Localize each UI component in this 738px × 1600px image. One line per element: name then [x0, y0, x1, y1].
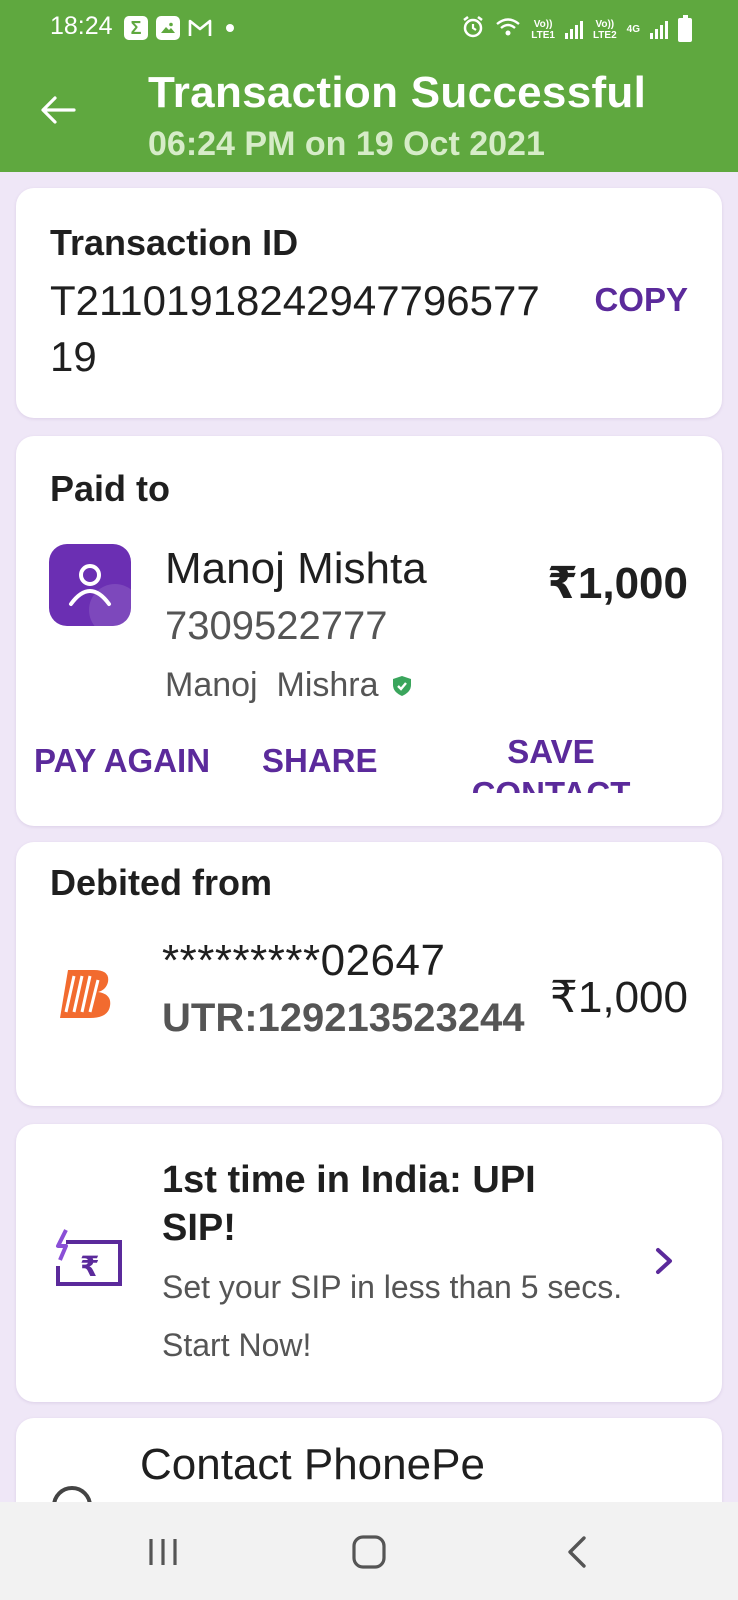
bank-of-baroda-logo-icon	[60, 970, 111, 1018]
paid-amount: ₹1,000	[547, 559, 688, 608]
back-arrow-icon	[41, 96, 76, 124]
system-status-icons: Vo)) LTE1 Vo)) LTE2 4G	[461, 14, 692, 44]
home-button[interactable]	[345, 1530, 393, 1574]
wifi-icon	[495, 17, 521, 42]
payee-phone: 7309522777	[165, 604, 388, 648]
paid-to-label: Paid to	[50, 468, 171, 509]
status-bar: 18:24 Σ Vo)) LTE1 Vo)) LTE2 4G	[0, 0, 738, 56]
battery-icon	[678, 14, 692, 42]
chevron-right-icon	[656, 1248, 672, 1274]
gmail-icon	[188, 16, 212, 40]
network-type-label: 4G	[626, 24, 640, 35]
recent-apps-button[interactable]	[139, 1530, 187, 1574]
app-bar: Transaction Successful 06:24 PM on 19 Oc…	[0, 56, 738, 172]
account-number: *********02647	[162, 936, 446, 985]
notification-icons: Σ	[124, 16, 234, 40]
save-contact-button[interactable]: SAVE CONTACT	[466, 731, 636, 793]
sim1-label: Vo)) LTE1	[531, 18, 555, 41]
paid-to-card: Paid to Manoj Mishta 7309522777 Manoj Mi…	[16, 436, 722, 826]
debited-amount: ₹1,000	[549, 973, 688, 1022]
system-navigation-bar	[0, 1502, 738, 1600]
home-icon	[352, 1535, 386, 1569]
debited-from-card: Debited from *********02647 UTR:12921352…	[16, 842, 722, 1106]
recent-apps-icon	[149, 1539, 177, 1565]
pay-again-button[interactable]: PAY AGAIN	[34, 742, 210, 780]
copy-button[interactable]: COPY	[594, 281, 688, 319]
sim1-signal-icon	[564, 20, 583, 39]
sigma-icon: Σ	[124, 16, 148, 40]
sim2-label: Vo)) LTE2	[592, 18, 617, 41]
sim2-signal-icon	[650, 20, 668, 39]
chevron-left-icon	[568, 1536, 586, 1568]
share-button[interactable]: SHARE	[262, 742, 378, 780]
transaction-id-value: T2110191824294779657719	[50, 277, 540, 380]
person-icon	[69, 564, 111, 606]
transaction-id-label: Transaction ID	[50, 222, 299, 263]
back-button[interactable]	[34, 86, 82, 134]
rupee-card-icon: ₹	[56, 1229, 122, 1286]
page-title: Transaction Successful	[148, 68, 647, 117]
payee-verified-name: Manoj Mishra	[165, 666, 413, 705]
debited-from-label: Debited from	[50, 862, 273, 903]
promo-title: 1st time in India: UPI SIP!	[162, 1159, 536, 1249]
transaction-id-card: Transaction ID T2110191824294779657719 C…	[16, 188, 722, 418]
verified-shield-icon	[392, 675, 411, 696]
svg-text:₹: ₹	[80, 1250, 99, 1283]
utr-number: UTR:129213523244	[162, 996, 525, 1040]
status-time: 18:24	[50, 12, 113, 40]
dot-icon	[226, 24, 234, 32]
upi-sip-promo-card[interactable]: ₹ 1st time in India: UPI SIP! Set your S…	[16, 1124, 722, 1402]
payee-avatar	[49, 544, 131, 626]
promo-subtitle: Set your SIP in less than 5 secs. Start …	[162, 1269, 623, 1363]
system-back-button[interactable]	[553, 1530, 601, 1574]
contact-title: Contact PhonePe	[140, 1440, 485, 1489]
transaction-datetime: 06:24 PM on 19 Oct 2021	[148, 125, 545, 163]
verified-name-text: Manoj Mishra	[165, 666, 379, 704]
alarm-icon	[461, 15, 485, 44]
image-icon	[156, 16, 180, 40]
payee-name: Manoj Mishta	[165, 544, 427, 593]
